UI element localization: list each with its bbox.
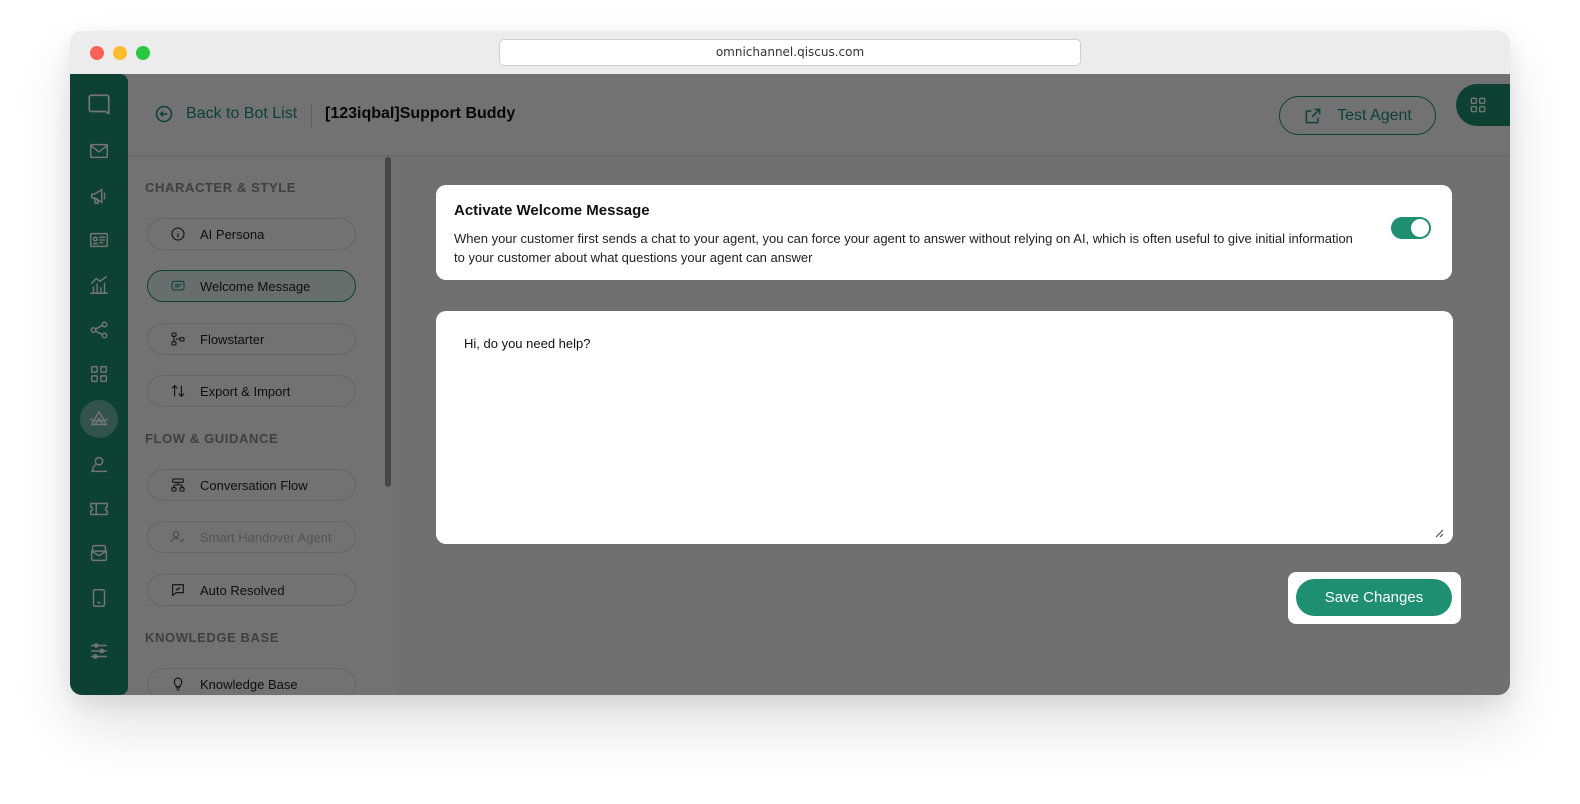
main-content: Activate Welcome Message When your custo… <box>396 157 1510 695</box>
nav-item-label: Welcome Message <box>200 278 311 294</box>
nav-item-flowstarter[interactable]: Flowstarter <box>147 323 356 355</box>
hierarchy-icon <box>171 478 185 492</box>
mail-icon[interactable] <box>84 136 114 166</box>
back-link-label: Back to Bot List <box>186 105 298 122</box>
save-changes-button[interactable]: Save Changes <box>1296 579 1452 616</box>
test-agent-button[interactable]: Test Agent <box>1279 96 1436 135</box>
nav-section-knowledge-base: KNOWLEDGE BASE <box>145 630 280 645</box>
nav-scrollbar[interactable] <box>385 157 391 487</box>
icon-rail <box>70 74 128 695</box>
info-icon <box>171 227 185 241</box>
nav-section-flow-guidance: FLOW & GUIDANCE <box>145 431 279 446</box>
nav-item-label: AI Persona <box>200 226 265 242</box>
settings-sliders-icon[interactable] <box>84 636 114 666</box>
mobile-icon[interactable] <box>84 583 114 613</box>
nav-item-label: Auto Resolved <box>200 582 285 598</box>
nav-item-knowledge-base[interactable]: Knowledge Base <box>147 668 356 695</box>
message-editor-card <box>436 311 1453 544</box>
address-bar[interactable]: omnichannel.qiscus.com <box>499 39 1081 66</box>
nav-item-smart-handover-agent[interactable]: Smart Handover Agent <box>147 521 356 553</box>
nav-item-welcome-message[interactable]: Welcome Message <box>147 270 356 302</box>
chat-icon[interactable] <box>84 90 114 120</box>
nav-item-label: Conversation Flow <box>200 477 308 493</box>
nav-item-export-import[interactable]: Export & Import <box>147 375 356 407</box>
share-icon[interactable] <box>84 315 114 345</box>
message-icon <box>171 280 185 291</box>
nav-section-character-style: CHARACTER & STYLE <box>145 180 297 195</box>
contact-card-icon[interactable] <box>84 225 114 255</box>
toggle-knob <box>1411 219 1429 237</box>
welcome-message-toggle[interactable] <box>1391 217 1431 239</box>
nav-item-ai-persona[interactable]: AI Persona <box>147 218 356 250</box>
nav-item-auto-resolved[interactable]: Auto Resolved <box>147 574 356 606</box>
close-window-button[interactable] <box>90 46 104 60</box>
analytics-icon[interactable] <box>84 270 114 300</box>
app-area: Back to Bot List [123iqbal]Support Buddy… <box>70 74 1510 695</box>
app-switcher-button[interactable] <box>1456 84 1510 126</box>
resize-handle-icon[interactable] <box>1434 525 1444 538</box>
ticket-icon[interactable] <box>84 494 114 524</box>
settings-nav: CHARACTER & STYLE AI Persona Welcome Mes… <box>128 157 396 695</box>
megaphone-icon[interactable] <box>84 181 114 211</box>
header-divider <box>311 104 312 128</box>
bulb-icon <box>173 677 183 691</box>
nav-item-label: Export & Import <box>200 383 291 399</box>
welcome-message-title: Activate Welcome Message <box>454 202 650 219</box>
nav-item-label: Smart Handover Agent <box>200 529 332 545</box>
external-link-icon <box>1305 108 1321 123</box>
user-check-icon <box>170 531 185 543</box>
flow-icon <box>171 332 185 346</box>
user-icon[interactable] <box>84 449 114 479</box>
nav-item-label: Knowledge Base <box>200 676 298 692</box>
nav-item-label: Flowstarter <box>200 331 265 347</box>
browser-window: omnichannel.qiscus.com Back to Bot List … <box>70 31 1510 695</box>
back-to-bot-list-link[interactable]: Back to Bot List <box>154 104 297 124</box>
page-header: Back to Bot List [123iqbal]Support Buddy… <box>128 74 1510 156</box>
nav-item-conversation-flow[interactable]: Conversation Flow <box>147 469 356 501</box>
inbox-icon[interactable] <box>84 538 114 568</box>
welcome-message-card: Activate Welcome Message When your custo… <box>436 185 1452 280</box>
arrows-updown-icon <box>171 384 185 398</box>
chat-check-icon <box>172 584 184 597</box>
welcome-message-textarea[interactable] <box>450 325 1438 529</box>
apps-grid-icon[interactable] <box>84 359 114 389</box>
test-agent-label: Test Agent <box>1337 106 1412 124</box>
apps-grid-icon <box>1470 97 1486 113</box>
ai-agent-icon[interactable] <box>80 400 118 438</box>
welcome-message-description: When your customer first sends a chat to… <box>454 231 1353 265</box>
save-changes-highlight: Save Changes <box>1288 572 1461 624</box>
bot-name-title: [123iqbal]Support Buddy <box>325 105 516 122</box>
minimize-window-button[interactable] <box>113 46 127 60</box>
maximize-window-button[interactable] <box>136 46 150 60</box>
arrow-left-circle-icon <box>155 105 173 123</box>
browser-titlebar: omnichannel.qiscus.com <box>70 31 1510 74</box>
